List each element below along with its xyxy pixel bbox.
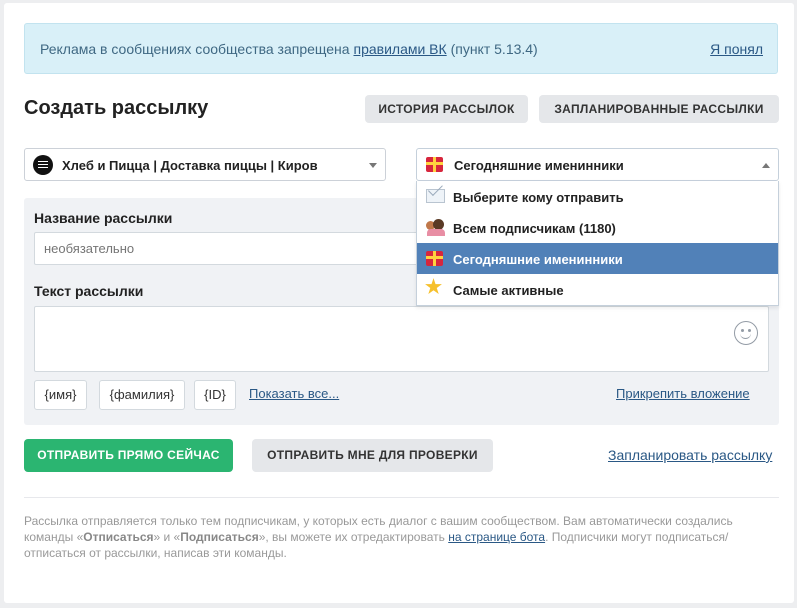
option-label: Самые активные	[453, 283, 564, 298]
history-button[interactable]: ИСТОРИЯ РАССЫЛОК	[365, 95, 528, 123]
community-select[interactable]: Хлеб и Пицца | Доставка пиццы | Киров	[24, 148, 386, 181]
star-icon: ★	[425, 277, 443, 298]
mailing-card: Реклама в сообщениях сообщества запрещен…	[4, 3, 794, 603]
notice-text-after: (пункт 5.13.4)	[450, 41, 538, 57]
show-all-tags-link[interactable]: Показать все...	[249, 386, 339, 401]
audience-option-birthdays[interactable]: Сегодняшние именинники	[417, 243, 778, 274]
gift-icon	[426, 157, 443, 172]
option-label: Всем подписчикам (1180)	[453, 221, 616, 236]
mailing-text-label: Текст рассылки	[34, 283, 144, 299]
option-label: Выберите кому отправить	[453, 190, 624, 205]
chevron-down-icon	[369, 163, 377, 168]
people-icon	[426, 219, 446, 236]
ads-warning-notice: Реклама в сообщениях сообщества запрещен…	[24, 23, 778, 74]
community-logo-icon	[33, 155, 53, 175]
community-select-value: Хлеб и Пицца | Доставка пиццы | Киров	[62, 158, 318, 173]
emoji-icon[interactable]	[734, 321, 758, 345]
scheduled-button[interactable]: ЗАПЛАНИРОВАННЫЕ РАССЫЛКИ	[539, 95, 779, 123]
audience-dropdown-menu: Выберите кому отправить Всем подписчикам…	[416, 181, 779, 306]
chevron-up-icon	[762, 163, 770, 168]
tag-name[interactable]: {имя}	[34, 380, 87, 410]
gift-icon	[426, 251, 443, 266]
footer-note: Рассылка отправляется только тем подписч…	[24, 513, 779, 561]
unsubscribe-command: Отписаться	[83, 530, 154, 544]
dismiss-notice-link[interactable]: Я понял	[710, 41, 763, 57]
audience-option-choose[interactable]: Выберите кому отправить	[417, 181, 778, 212]
page-title: Создать рассылку	[24, 97, 209, 119]
schedule-link[interactable]: Запланировать рассылку	[608, 447, 772, 463]
divider	[24, 497, 779, 498]
audience-option-active[interactable]: ★ Самые активные	[417, 274, 778, 305]
mailing-text-area[interactable]	[34, 306, 769, 372]
bot-page-link[interactable]: на странице бота	[448, 530, 545, 544]
audience-select[interactable]: Сегодняшние именинники	[416, 148, 779, 181]
audience-option-all[interactable]: Всем подписчикам (1180)	[417, 212, 778, 243]
envelope-icon	[426, 189, 445, 203]
tag-surname[interactable]: {фамилия}	[99, 380, 185, 410]
mailing-name-label: Название рассылки	[34, 210, 173, 226]
attach-file-link[interactable]: Прикрепить вложение	[616, 386, 750, 401]
audience-select-value: Сегодняшние именинники	[454, 158, 624, 173]
notice-text-before: Реклама в сообщениях сообщества запрещен…	[40, 41, 350, 57]
send-test-button[interactable]: ОТПРАВИТЬ МНЕ ДЛЯ ПРОВЕРКИ	[252, 439, 493, 472]
tag-id[interactable]: {ID}	[194, 380, 236, 410]
notice-text: Реклама в сообщениях сообщества запрещен…	[40, 41, 538, 57]
subscribe-command: Подписаться	[180, 530, 259, 544]
vk-rules-link[interactable]: правилами ВК	[353, 41, 446, 57]
footer-text-3: », вы можете их отредактировать	[258, 530, 449, 544]
option-label: Сегодняшние именинники	[453, 252, 623, 267]
send-now-button[interactable]: ОТПРАВИТЬ ПРЯМО СЕЙЧАС	[24, 439, 233, 472]
footer-text-2: » и «	[153, 530, 181, 544]
